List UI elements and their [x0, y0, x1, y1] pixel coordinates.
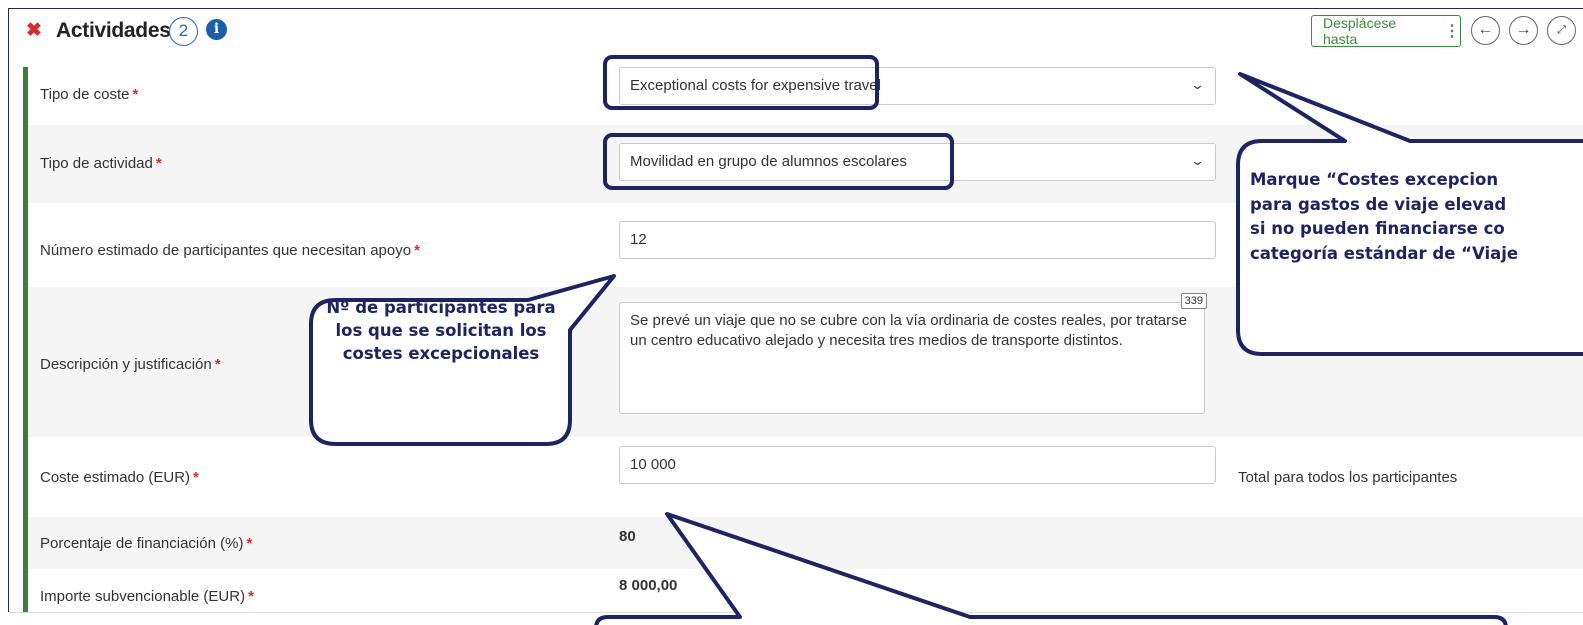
funding-pct-value: 80	[619, 528, 636, 545]
info-circle-icon[interactable]: i	[206, 19, 227, 40]
expand-icon[interactable]: ⤢	[1547, 16, 1576, 45]
cost-type-row: Tipo de coste * Exceptional costs for exp…	[28, 67, 1583, 125]
description-value: Se prevé un viaje que no se cubre con la…	[630, 312, 1187, 349]
estimated-cost-input[interactable]: 10 000	[619, 446, 1216, 484]
eligible-amount-label: Importe subvencionable (EUR)	[40, 588, 246, 605]
required-mark: *	[155, 155, 162, 172]
required-mark: *	[246, 535, 253, 552]
description-textarea[interactable]: Se prevé un viaje que no se cubre con la…	[619, 293, 1207, 414]
char-counter: 339	[1180, 293, 1207, 309]
callout-line: categoría estándar de “Viaje	[1250, 243, 1519, 263]
participants-input[interactable]: 12	[619, 221, 1216, 259]
chevron-down-icon: ⌄	[1189, 153, 1206, 168]
activities-panel: ✖ Actividades 2 i Desplácese hasta ⋮ ← →…	[8, 8, 1583, 625]
cost-type-label: Tipo de coste	[40, 86, 130, 103]
vertical-dots-icon: ⋮	[1444, 23, 1460, 40]
estimated-cost-value: 10 000	[630, 456, 676, 473]
required-mark: *	[414, 242, 420, 259]
cost-type-callout-text: Marque “Costes excepcion para gastos de …	[1250, 168, 1583, 266]
panel-title: Actividades	[56, 19, 171, 42]
callout-line: para gastos de viaje elevad	[1250, 194, 1507, 214]
count-badge: 2	[169, 17, 198, 46]
estimated-cost-label: Coste estimado (EUR)	[40, 469, 191, 486]
estimated-cost-row: Coste estimado (EUR) * 10 000 Total para …	[28, 437, 1583, 517]
panel-header: ✖ Actividades 2 i Desplácese hasta ⋮ ← →…	[9, 9, 1583, 57]
required-mark: *	[132, 86, 139, 103]
required-mark: *	[248, 588, 254, 605]
required-mark: *	[193, 469, 199, 486]
chevron-down-icon: ⌄	[1189, 77, 1206, 92]
estimated-cost-hint: Total para todos los participantes	[1238, 469, 1458, 486]
eligible-amount-row: Importe subvencionable (EUR) * 8 000,00	[28, 569, 1583, 615]
required-mark: *	[214, 356, 221, 373]
close-x-icon[interactable]: ✖	[26, 19, 42, 42]
eligible-amount-value: 8 000,00	[619, 577, 678, 594]
cost-type-select[interactable]: Exceptional costs for expensive travel ⌄	[619, 67, 1216, 105]
participants-label: Número estimado de participantes que nec…	[40, 242, 412, 259]
activity-type-value: Movilidad en grupo de alumnos escolares	[630, 153, 907, 170]
activity-form: Tipo de coste * Exceptional costs for exp…	[23, 67, 1583, 615]
description-row: Descripción y justificación * Se prevé un…	[28, 287, 1583, 437]
arrow-right-icon[interactable]: →	[1509, 16, 1538, 45]
scroll-to-button[interactable]: Desplácese hasta ⋮	[1311, 15, 1461, 47]
activity-type-select[interactable]: Movilidad en grupo de alumnos escolares …	[619, 143, 1216, 181]
cost-type-value: Exceptional costs for expensive travel	[630, 77, 881, 94]
description-label: Descripción y justificación	[40, 356, 212, 373]
panel-bottom-edge	[8, 612, 1583, 625]
participants-callout-text: Nº de participantes para los que se soli…	[326, 298, 556, 363]
funding-pct-row: Porcentaje de financiación (%) * 80	[28, 517, 1583, 569]
arrow-left-icon[interactable]: ←	[1471, 16, 1500, 45]
activity-type-label: Tipo de actividad	[40, 155, 153, 172]
callout-line: Marque “Costes excepcion	[1250, 170, 1499, 189]
funding-pct-label: Porcentaje de financiación (%)	[40, 535, 244, 552]
scroll-to-label: Desplácese hasta	[1323, 15, 1397, 47]
callout-line: si no pueden financiarse co	[1250, 219, 1505, 238]
participants-value: 12	[630, 231, 647, 248]
